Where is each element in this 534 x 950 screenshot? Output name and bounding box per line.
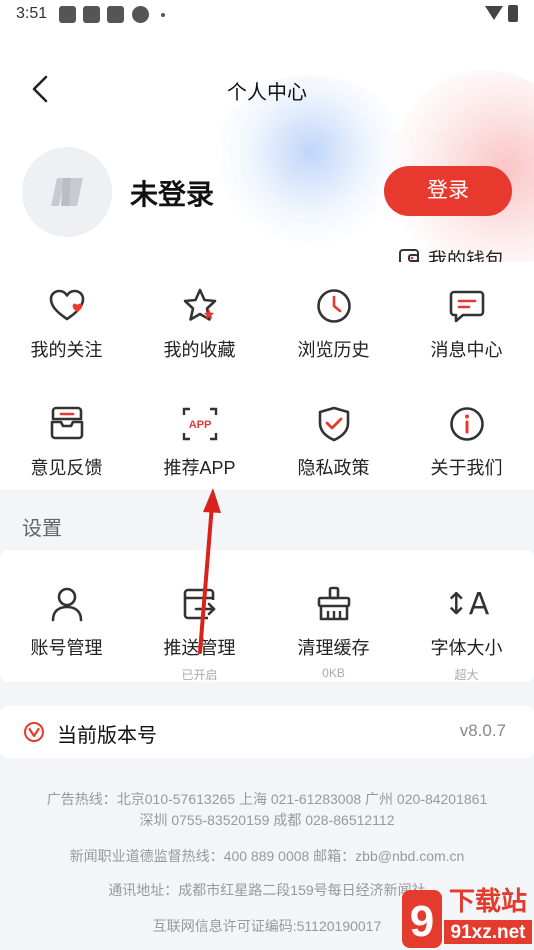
shortcut-grid: 我的关注 我的收藏 浏览历史 消息中心 意见反馈 APP 推荐APP 隐私政策 … — [0, 262, 534, 490]
watermark: 9 下载站 91xz.net — [400, 880, 534, 950]
grid-item-favorites[interactable]: 我的收藏 — [133, 286, 266, 362]
settings-item-font-size[interactable]: ↕A 字体大小 超大 — [400, 584, 533, 683]
notification-icon — [59, 6, 76, 23]
grid-item-history[interactable]: 浏览历史 — [267, 286, 400, 362]
broom-icon — [317, 586, 350, 621]
settings-item-status: 已开启 — [181, 668, 218, 682]
grid-item-label: 消息中心 — [430, 340, 503, 360]
grid-item-label: 推荐APP — [163, 458, 236, 478]
notification-icon — [107, 6, 124, 23]
grid-item-feedback[interactable]: 意见反馈 — [0, 404, 133, 480]
svg-text:APP: APP — [188, 419, 211, 431]
version-row[interactable]: 当前版本号 v8.0.7 — [0, 706, 534, 758]
clock-icon — [316, 289, 351, 323]
user-icon — [51, 587, 82, 622]
grid-item-about[interactable]: 关于我们 — [400, 404, 533, 480]
heart-icon — [49, 289, 84, 321]
settings-item-status: 0KB — [322, 666, 345, 680]
settings-item-status: 超大 — [454, 668, 479, 682]
wifi-icon — [485, 6, 503, 20]
watermark-logo: 9 下载站 91xz.net — [402, 887, 532, 948]
shield-icon — [318, 406, 349, 442]
version-badge-icon — [24, 722, 44, 742]
version-label: 当前版本号 — [57, 725, 157, 747]
star-icon — [183, 288, 216, 321]
status-time: 3:51 — [16, 5, 48, 22]
font-size-icon: ↕A — [443, 586, 490, 622]
grid-item-privacy[interactable]: 隐私政策 — [267, 404, 400, 480]
grid-item-label: 意见反馈 — [30, 458, 103, 478]
svg-text:下载站: 下载站 — [449, 887, 527, 917]
avatar[interactable] — [22, 147, 112, 237]
notification-icon — [132, 6, 149, 23]
message-icon — [449, 290, 484, 323]
push-icon — [183, 588, 215, 620]
grid-item-label: 我的关注 — [30, 340, 103, 360]
battery-icon — [508, 5, 518, 22]
grid-item-label: 关于我们 — [430, 458, 503, 478]
feedback-icon — [50, 406, 83, 440]
svg-text:91xz.net: 91xz.net — [451, 922, 527, 943]
info-icon — [449, 407, 484, 441]
ad-hotline-text: 广告热线：北京010-57613265 上海 021-61283008 广州 0… — [46, 791, 488, 807]
logo-placeholder-icon — [51, 178, 83, 206]
grid-item-recommend-app[interactable]: APP 推荐APP — [133, 404, 266, 480]
settings-item-push[interactable]: 推送管理 已开启 — [133, 584, 266, 683]
grid-item-follow[interactable]: 我的关注 — [0, 286, 133, 362]
settings-item-label: 清理缓存 — [297, 638, 370, 658]
ethics-hotline-text: 新闻职业道德监督热线：400 889 0008 邮箱：zbb@nbd.com.c… — [69, 848, 465, 864]
settings-item-label: 推送管理 — [163, 638, 236, 658]
profile-header: 个人中心 未登录 登录 我的钱包 — [0, 30, 534, 292]
more-notifications-icon — [161, 13, 165, 17]
svg-text:9: 9 — [410, 897, 434, 946]
username: 未登录 — [130, 179, 215, 210]
status-bar: 3:51 — [0, 0, 534, 30]
grid-item-label: 浏览历史 — [297, 340, 370, 360]
login-button[interactable]: 登录 — [384, 166, 512, 216]
settings-section-title: 设置 — [22, 518, 62, 540]
page-title: 个人中心 — [227, 82, 307, 104]
settings-item-label: 字体大小 — [430, 638, 503, 658]
app-icon: APP — [182, 407, 217, 441]
settings-item-label: 账号管理 — [30, 638, 103, 658]
settings-item-account[interactable]: 账号管理 — [0, 584, 133, 660]
settings-card: 账号管理 推送管理 已开启 清理缓存 0KB ↕A 字体大小 超大 — [0, 550, 534, 682]
settings-item-clear-cache[interactable]: 清理缓存 0KB — [267, 584, 400, 680]
grid-item-label: 我的收藏 — [163, 340, 236, 360]
ad-hotline-text: 深圳 0755-83520159 成都 028-86512112 — [139, 812, 395, 828]
grid-item-messages[interactable]: 消息中心 — [400, 286, 533, 362]
version-value: v8.0.7 — [459, 721, 506, 740]
notification-icon — [83, 6, 100, 23]
grid-item-label: 隐私政策 — [297, 458, 370, 478]
